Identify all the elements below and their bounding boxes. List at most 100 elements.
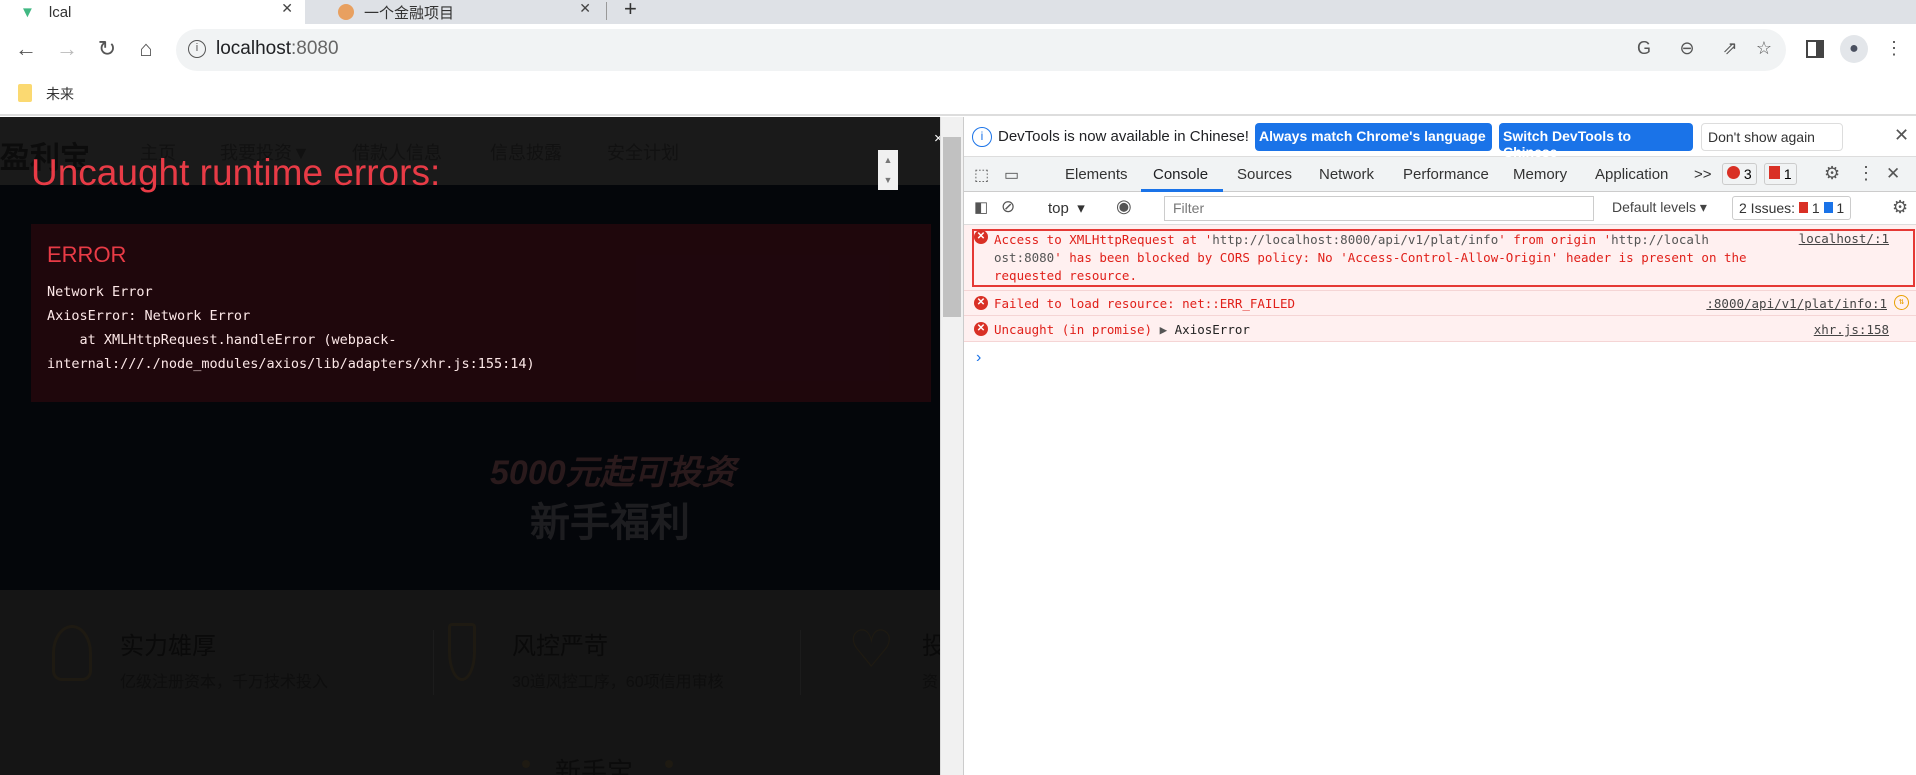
feature-title: 风控严苛: [512, 633, 608, 660]
close-tab-icon[interactable]: ✕: [281, 0, 293, 17]
share-icon[interactable]: ⇗: [1718, 38, 1742, 59]
error-icon: ✕: [974, 322, 988, 336]
close-infobar-icon[interactable]: ✕: [1894, 125, 1909, 146]
context-select[interactable]: top ▾: [1048, 199, 1085, 217]
banner-line1: 5000元起可投资: [490, 454, 736, 492]
translate-icon[interactable]: G: [1632, 38, 1656, 59]
clear-console-icon[interactable]: ⊘: [1001, 197, 1015, 217]
close-devtools-icon[interactable]: ✕: [1886, 164, 1900, 184]
switch-chinese-button[interactable]: Switch DevTools to Chinese: [1499, 123, 1693, 160]
settings-icon[interactable]: ⚙: [1824, 163, 1840, 184]
issue-error-icon: [1798, 202, 1808, 213]
tab-performance[interactable]: Performance: [1403, 166, 1489, 183]
source-link[interactable]: xhr.js:158: [1814, 322, 1889, 337]
feature-title: 实力雄厚: [120, 633, 216, 660]
error-line: Network Error: [47, 284, 153, 300]
error-line: internal:///./node_modules/axios/lib/ada…: [47, 356, 535, 372]
devtools-infobar: i DevTools is now available in Chinese! …: [964, 117, 1916, 160]
infobar-text: DevTools is now available in Chinese!: [998, 128, 1249, 145]
log-levels-select[interactable]: Default levels ▾: [1612, 199, 1707, 216]
bookmark-folder[interactable]: 未来: [46, 84, 74, 104]
more-tabs-button[interactable]: >>: [1694, 166, 1712, 183]
tab-finance[interactable]: 一个金融项目 ✕: [318, 0, 603, 24]
nav-security[interactable]: 安全计划: [607, 139, 679, 165]
filter-input[interactable]: Filter: [1164, 196, 1594, 221]
dot: [665, 760, 673, 768]
reload-icon[interactable]: ↻: [93, 36, 121, 62]
info-icon[interactable]: i: [188, 40, 206, 58]
issue-icon: [1769, 166, 1780, 179]
feature-title: 投: [922, 633, 940, 660]
console-message-cors: ✕ Access to XMLHttpRequest at 'http://lo…: [964, 225, 1916, 291]
issue-counter[interactable]: 1: [1764, 163, 1797, 185]
address-bar[interactable]: [176, 29, 1786, 71]
feature-desc: 资: [922, 674, 939, 691]
favicon-icon: [338, 4, 354, 20]
tab-sources[interactable]: Sources: [1237, 166, 1292, 183]
feature-desc: 30道风控工序，60项信用审核: [512, 674, 724, 691]
feature-desc: 亿级注册资本，千万技术投入: [120, 674, 329, 691]
award-icon: [52, 625, 92, 681]
request-url-link[interactable]: http://localhost:8000/api/v1/plat/info: [1212, 232, 1498, 247]
tab-strip: ▼ lcal ✕ 一个金融项目 ✕ +: [0, 0, 1916, 24]
tab-elements[interactable]: Elements: [1065, 166, 1128, 183]
dont-show-again-button[interactable]: Don't show again: [1701, 123, 1843, 151]
tab-lcal[interactable]: ▼ lcal ✕: [0, 0, 305, 24]
console-toolbar: ◧ ⊘ top ▾ ◉ Filter Default levels ▾ 2 Is…: [964, 192, 1916, 225]
tab-application[interactable]: Application: [1595, 166, 1668, 183]
close-tab-icon[interactable]: ✕: [579, 0, 591, 17]
devtools-tabs: ⬚ ▭ Elements Console Sources Network Per…: [964, 157, 1916, 192]
banner-line2: 新手福利: [530, 501, 690, 545]
console-prompt[interactable]: ›: [976, 349, 981, 367]
menu-icon[interactable]: ⋮: [1882, 38, 1906, 59]
device-toolbar-icon[interactable]: ▭: [1004, 165, 1019, 185]
match-language-button[interactable]: Always match Chrome's language: [1255, 123, 1492, 151]
source-link[interactable]: :8000/api/v1/plat/info:1: [1706, 296, 1887, 311]
home-icon[interactable]: ⌂: [132, 36, 160, 62]
source-link[interactable]: localhost/:1: [1799, 231, 1889, 246]
issue-info-icon: [1823, 202, 1833, 213]
new-tab-button[interactable]: +: [624, 0, 637, 22]
shield-icon: [448, 623, 476, 681]
section-title: 新手宝: [555, 757, 634, 775]
inspect-element-icon[interactable]: ⬚: [974, 165, 989, 185]
console-message-failed: ✕ Failed to load resource: net::ERR_FAIL…: [964, 291, 1916, 316]
error-counter[interactable]: 3: [1722, 163, 1757, 185]
origin-link[interactable]: ost:8080: [994, 250, 1054, 265]
tab-network[interactable]: Network: [1319, 166, 1374, 183]
url-text[interactable]: localhost:8080: [216, 38, 339, 60]
overlay-scrollbar[interactable]: ▲ ▼: [878, 150, 898, 190]
nav-disclosure[interactable]: 信息披露: [490, 139, 562, 165]
tab-memory[interactable]: Memory: [1513, 166, 1567, 183]
page-scrollbar[interactable]: [940, 117, 963, 775]
bookmark-star-icon[interactable]: ☆: [1752, 38, 1776, 59]
error-line: at XMLHttpRequest.handleError (webpack-: [47, 332, 397, 348]
bookmarks-bar: 未来: [0, 76, 1916, 116]
expand-triangle-icon[interactable]: ▶: [1160, 322, 1175, 337]
side-panel-icon[interactable]: [1806, 40, 1824, 58]
folder-icon: [18, 84, 32, 102]
forward-icon[interactable]: →: [53, 36, 81, 62]
live-expression-eye-icon[interactable]: ◉: [1116, 196, 1132, 217]
features: 实力雄厚 亿级注册资本，千万技术投入 风控严苛 30道风控工序，60项信用审核 …: [0, 590, 940, 775]
axios-error-object[interactable]: AxiosError: [1175, 322, 1250, 337]
page-viewport: 盈利宝 主页 我要投资▼ 借款人信息 信息披露 安全计划 5000元起可投资 新…: [0, 117, 940, 775]
error-box: ERROR Network Error AxiosError: Network …: [31, 224, 931, 402]
sidebar-toggle-icon[interactable]: ◧: [974, 198, 988, 216]
divider: [433, 630, 434, 695]
network-request-icon[interactable]: ⇅: [1894, 295, 1909, 310]
scrollbar-thumb[interactable]: [943, 137, 961, 317]
issues-button[interactable]: 2 Issues: 1 1: [1732, 196, 1852, 220]
heart-icon: ♡: [848, 621, 895, 679]
more-options-icon[interactable]: ⋮: [1857, 163, 1875, 184]
back-icon[interactable]: ←: [12, 36, 40, 62]
error-icon: ✕: [974, 296, 988, 310]
overlay-title: Uncaught runtime errors:: [31, 152, 441, 193]
console-settings-icon[interactable]: ⚙: [1892, 197, 1908, 218]
zoom-out-icon[interactable]: ⊖: [1675, 38, 1699, 59]
profile-avatar-icon[interactable]: ●: [1840, 35, 1868, 63]
error-heading: ERROR: [47, 242, 127, 267]
vue-icon: ▼: [20, 3, 35, 21]
tab-console[interactable]: Console: [1153, 166, 1208, 183]
origin-link[interactable]: http://localh: [1611, 232, 1709, 247]
